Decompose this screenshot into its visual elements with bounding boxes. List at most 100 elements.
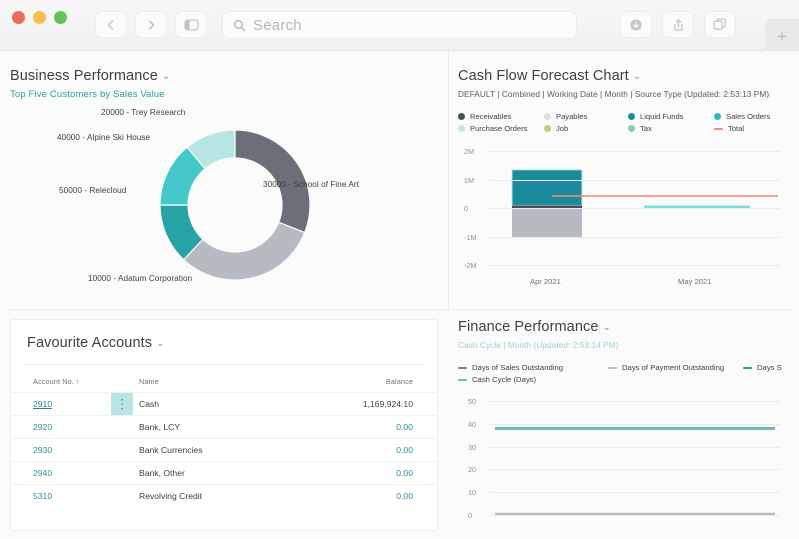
tab-overview-button[interactable] — [704, 11, 736, 38]
gridline — [490, 423, 780, 425]
column-header-balance[interactable]: Balance — [317, 371, 437, 393]
legend-item-job[interactable]: Job — [544, 124, 628, 133]
legend-item-days-payment-outstanding[interactable]: Days of Payment Outstanding — [608, 363, 743, 372]
cash-flow-forecast-card: Cash Flow Forecast Chart ⌄ DEFAULT | Com… — [458, 68, 793, 303]
finance-legend-row-2: Cash Cycle (Days) — [458, 375, 799, 384]
legend-label: Receivables — [470, 112, 512, 121]
horizontal-divider — [8, 309, 791, 310]
bar-liquid-funds-apr[interactable] — [511, 169, 583, 206]
favourite-accounts-title[interactable]: Favourite Accounts ⌄ — [27, 335, 421, 351]
download-icon — [630, 18, 642, 31]
table-row[interactable]: 2920 Bank, LCY 0.00 — [11, 415, 437, 439]
cell-spacer — [111, 438, 133, 462]
cash-flow-title[interactable]: Cash Flow Forecast Chart ⌄ — [458, 68, 793, 84]
forward-button[interactable] — [135, 11, 167, 38]
cell-account-no[interactable]: 2930 — [11, 438, 111, 462]
table-head: Account No. ↑ Name Balance — [11, 371, 437, 393]
table-row[interactable]: 2940 Bank, Other 0.00 — [11, 461, 437, 485]
gridline — [490, 401, 780, 402]
favourite-accounts-table: Account No. ↑ Name Balance 2910 ⋮ Cash 1,16… — [11, 371, 437, 507]
donut-label-0: 30000 - School of Fine Art — [263, 180, 359, 189]
account-no-link[interactable]: 2910 — [33, 399, 52, 409]
search-icon — [233, 19, 246, 32]
balance-value[interactable]: 0.00 — [396, 422, 413, 432]
cell-account-no[interactable]: 2940 — [11, 461, 111, 485]
balance-value[interactable]: 0.00 — [396, 468, 413, 478]
maximize-window-button[interactable] — [54, 11, 67, 24]
cell-balance: 0.00 — [317, 484, 437, 507]
cash-flow-plot[interactable]: 2M 1M 0 -1M -2M Apr 2021 May 2021 — [458, 143, 793, 303]
legend-item-tax[interactable]: Tax — [628, 124, 714, 133]
back-button[interactable] — [95, 11, 127, 38]
legend-swatch-icon — [544, 113, 551, 120]
chevron-down-icon[interactable]: ⌄ — [633, 72, 641, 82]
donut-chart[interactable]: 30000 - School of Fine Art 10000 - Adatu… — [10, 108, 440, 303]
business-performance-title[interactable]: Business Performance ⌄ — [10, 68, 440, 84]
cell-balance: 0.00 — [317, 461, 437, 485]
table-row[interactable]: 5310 Revolving Credit 0.00 — [11, 484, 437, 507]
business-performance-card: Business Performance ⌄ Top Five Customer… — [10, 68, 440, 303]
chevron-down-icon[interactable]: ⌄ — [603, 323, 611, 333]
search-input-placeholder[interactable]: Search — [253, 17, 302, 34]
legend-label: Job — [556, 124, 569, 133]
cell-balance: 0.00 — [317, 438, 437, 462]
cash-flow-legend-row-1: Receivables Payables Liquid Funds Sales … — [458, 112, 793, 121]
legend-label: Payables — [556, 112, 588, 121]
donut-label-2: 50000 - Relecloud — [59, 186, 127, 195]
gridline — [490, 208, 780, 209]
gridline — [490, 515, 780, 516]
account-no-link[interactable]: 2940 — [33, 468, 52, 478]
cell-spacer — [111, 461, 133, 485]
column-header-name[interactable]: Name — [133, 371, 317, 393]
legend-item-receivables[interactable]: Receivables — [458, 112, 544, 121]
legend-item-total[interactable]: Total — [714, 124, 789, 133]
legend-item-cash-cycle[interactable]: Cash Cycle (Days) — [458, 375, 536, 384]
y-axis-tick-label: 30 — [468, 442, 477, 452]
legend-swatch-icon — [714, 113, 721, 120]
row-actions-menu-icon[interactable]: ⋮ — [111, 392, 133, 416]
account-no-link[interactable]: 2930 — [33, 445, 52, 455]
finance-performance-title[interactable]: Finance Performance ⌄ — [458, 319, 793, 335]
balance-value[interactable]: 1,169,924.10 — [363, 399, 413, 409]
gridline — [490, 236, 780, 238]
column-header-account-no[interactable]: Account No. ↑ — [11, 371, 111, 393]
table-row[interactable]: 2930 Bank Currencies 0.00 — [11, 438, 437, 462]
new-tab-button[interactable]: + — [765, 19, 799, 55]
legend-label: Purchase Orders — [470, 124, 528, 133]
business-performance-subtitle[interactable]: Top Five Customers by Sales Value — [10, 89, 440, 100]
legend-swatch-icon — [743, 366, 752, 369]
legend-item-purchase-orders[interactable]: Purchase Orders — [458, 124, 544, 133]
sidebar-toggle-button[interactable] — [175, 11, 207, 38]
chevron-down-icon[interactable]: ⌄ — [156, 339, 164, 349]
chevron-down-icon[interactable]: ⌄ — [162, 72, 170, 82]
cash-flow-legend: Receivables Payables Liquid Funds Sales … — [458, 112, 793, 136]
donut-label-4: 20000 - Trey Research — [101, 108, 186, 117]
cell-account-no[interactable]: 2920 — [11, 415, 111, 439]
legend-item-days-sales-outstanding[interactable]: Days of Sales Outstanding — [458, 363, 608, 372]
balance-value[interactable]: 0.00 — [396, 445, 413, 455]
cell-account-no[interactable]: 2910 — [11, 392, 111, 416]
account-no-link[interactable]: 5310 — [33, 491, 52, 501]
finance-performance-plot[interactable]: 50 40 30 20 10 0 — [458, 395, 793, 531]
finance-legend-row-1: Days of Sales Outstanding Days of Paymen… — [458, 363, 799, 372]
dashboard-page: Business Performance ⌄ Top Five Customer… — [0, 51, 799, 539]
table-row[interactable]: 2910 ⋮ Cash 1,169,924.10 — [11, 392, 437, 416]
balance-value[interactable]: 0.00 — [396, 491, 413, 501]
minimize-window-button[interactable] — [33, 11, 46, 24]
cell-account-no[interactable]: 5310 — [11, 484, 111, 507]
cash-flow-chart-svg — [511, 169, 778, 239]
bar-payables-apr[interactable] — [512, 209, 582, 239]
legend-item-liquid-funds[interactable]: Liquid Funds — [628, 112, 714, 121]
donut-slice-1[interactable] — [182, 221, 306, 281]
share-button[interactable] — [662, 11, 694, 38]
legend-swatch-icon — [628, 113, 635, 120]
legend-item-payables[interactable]: Payables — [544, 112, 628, 121]
account-no-link[interactable]: 2920 — [33, 422, 52, 432]
close-window-button[interactable] — [12, 11, 25, 24]
cell-name: Bank, LCY — [133, 415, 317, 439]
legend-item-sales-orders[interactable]: Sales Orders — [714, 112, 789, 121]
tabs-icon — [713, 18, 726, 30]
downloads-button[interactable] — [620, 11, 652, 38]
legend-item-days-s[interactable]: Days S — [743, 363, 782, 372]
search-bar[interactable]: Search — [222, 11, 577, 39]
